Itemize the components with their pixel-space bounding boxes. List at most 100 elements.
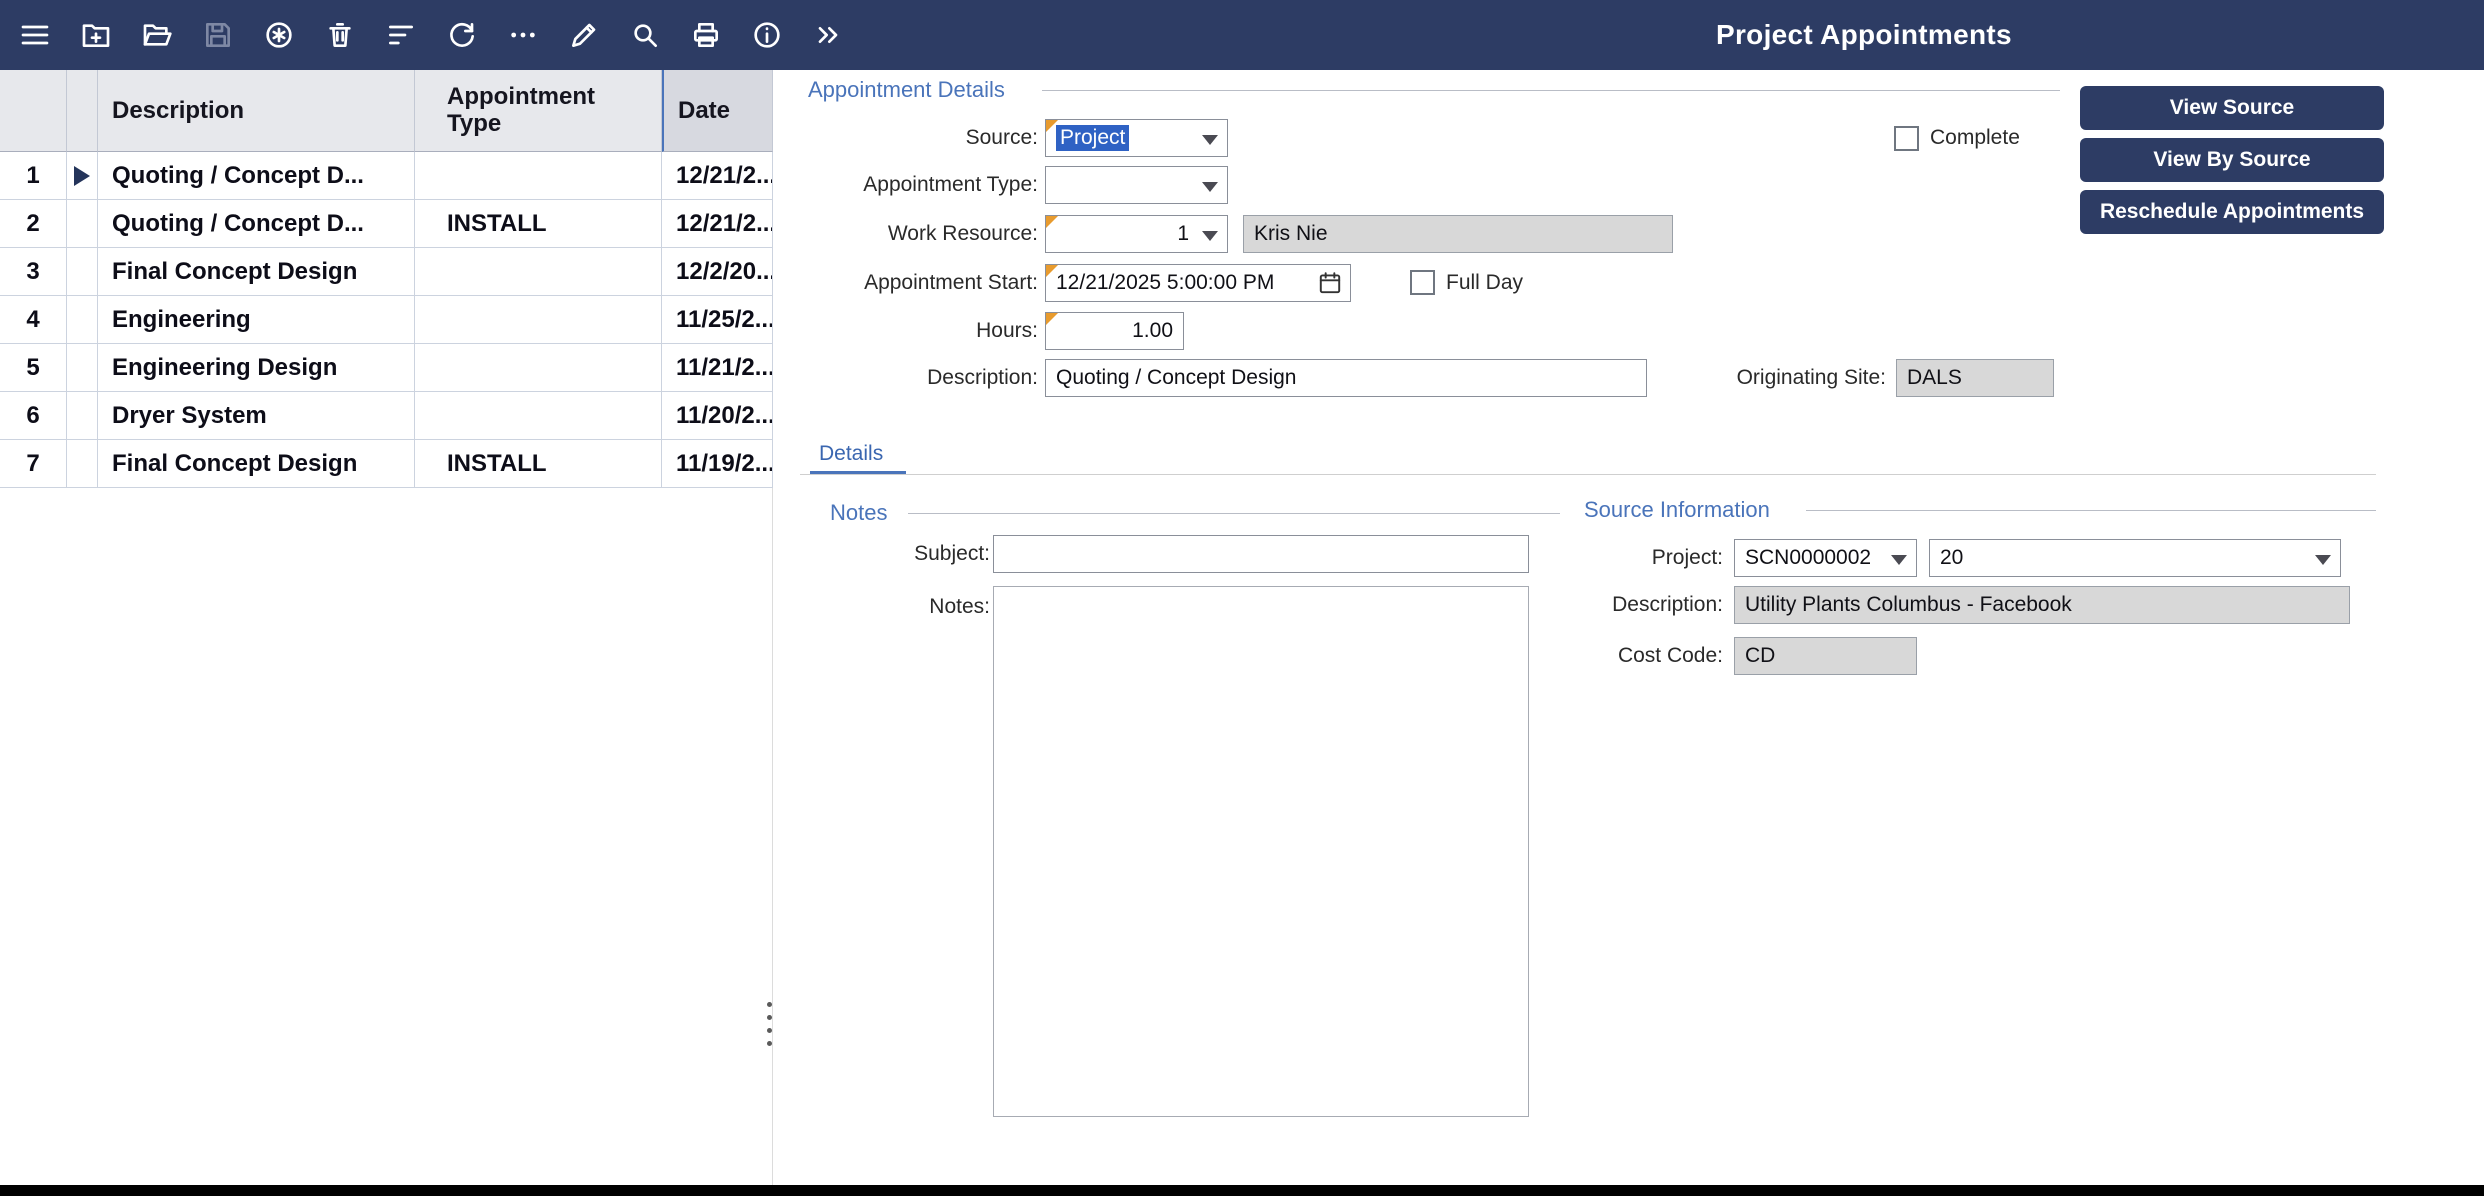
notes-groupline (908, 513, 1560, 514)
grid-header-type[interactable]: Appointment Type (415, 70, 662, 152)
cell-date: 11/19/2... (662, 440, 773, 488)
notes-label: Notes: (929, 595, 990, 618)
row-number: 2 (0, 200, 67, 248)
source-information-groupline (1806, 510, 2376, 511)
work-resource-combobox[interactable]: 1 (1045, 215, 1228, 253)
refresh-icon[interactable] (445, 18, 479, 52)
complete-checkbox[interactable] (1894, 126, 1919, 151)
print-icon[interactable] (689, 18, 723, 52)
cost-code-field: CD (1734, 637, 1917, 675)
appointments-grid-pane: Description Appointment Type Date 1 Quot… (0, 70, 773, 1185)
grid-header-description[interactable]: Description (98, 70, 415, 152)
source-value: Project (1056, 125, 1130, 151)
cell-description: Engineering (98, 296, 415, 344)
more-icon[interactable] (506, 18, 540, 52)
project-line-combobox[interactable]: 20 (1929, 539, 2341, 577)
hours-field[interactable]: 1.00 (1045, 312, 1184, 350)
appointment-type-label: Appointment Type: (863, 173, 1038, 196)
originating-site-field: DALS (1896, 359, 2054, 397)
source-label: Source: (965, 126, 1038, 149)
marker-cell (67, 440, 98, 488)
current-row-marker (67, 152, 98, 200)
edit-icon[interactable] (567, 18, 601, 52)
info-icon[interactable] (750, 18, 784, 52)
row-number: 4 (0, 296, 67, 344)
project-label: Project: (1651, 546, 1723, 569)
full-day-label: Full Day (1446, 271, 1524, 294)
complete-label: Complete (1930, 126, 2020, 149)
marker-cell (67, 392, 98, 440)
new-folder-icon[interactable] (79, 18, 113, 52)
save-icon[interactable] (201, 18, 235, 52)
cell-description: Final Concept Design (98, 440, 415, 488)
find-icon[interactable] (628, 18, 662, 52)
hours-label: Hours: (976, 319, 1038, 342)
marker-cell (67, 248, 98, 296)
bottom-edge-bar (0, 1185, 2484, 1196)
project-line-value: 20 (1940, 546, 1964, 569)
work-resource-name-field: Kris Nie (1243, 215, 1673, 253)
delete-icon[interactable] (323, 18, 357, 52)
pane-splitter-handle[interactable] (767, 1002, 772, 1046)
appointment-start-value: 12/21/2025 5:00:00 PM (1056, 271, 1275, 294)
project-combobox[interactable]: SCN0000002 (1734, 539, 1917, 577)
work-resource-value: 1 (1177, 222, 1189, 245)
cell-description: Quoting / Concept D... (98, 200, 415, 248)
source-description-label: Description: (1612, 593, 1723, 616)
cancel-record-icon[interactable] (262, 18, 296, 52)
row-number: 5 (0, 344, 67, 392)
view-source-button[interactable]: View Source (2080, 86, 2384, 130)
appointment-start-field[interactable]: 12/21/2025 5:00:00 PM (1045, 264, 1351, 302)
tab-details[interactable]: Details (819, 442, 883, 466)
menu-icon[interactable] (18, 18, 52, 52)
row-number: 3 (0, 248, 67, 296)
expand-icon[interactable] (811, 18, 845, 52)
cell-date: 11/20/2... (662, 392, 773, 440)
grid-header-rownum (0, 70, 67, 152)
appointment-details-groupline (1042, 90, 2060, 91)
grid-header-marker (67, 70, 98, 152)
cell-type (415, 392, 662, 440)
marker-cell (67, 296, 98, 344)
description-label: Description: (927, 366, 1038, 389)
appointment-details-legend: Appointment Details (808, 77, 1005, 102)
page-title: Project Appointments (1716, 19, 2012, 50)
source-combobox[interactable]: Project (1045, 119, 1228, 157)
cell-type (415, 248, 662, 296)
cell-type: INSTALL (415, 200, 662, 248)
cell-description: Final Concept Design (98, 248, 415, 296)
subject-label: Subject: (914, 542, 990, 565)
cell-description: Quoting / Concept D... (98, 152, 415, 200)
toolbar: Project Appointments (0, 0, 2484, 70)
appointment-type-combobox[interactable] (1045, 166, 1228, 204)
appointment-start-label: Appointment Start: (864, 271, 1038, 294)
tab-strip-line (800, 474, 2376, 475)
cell-description: Dryer System (98, 392, 415, 440)
row-arrow-icon (74, 165, 90, 186)
cell-type: INSTALL (415, 440, 662, 488)
cell-type (415, 296, 662, 344)
cost-code-label: Cost Code: (1617, 644, 1723, 667)
cell-type (415, 152, 662, 200)
source-information-legend: Source Information (1584, 497, 1770, 522)
row-number: 1 (0, 152, 67, 200)
marker-cell (67, 200, 98, 248)
calendar-icon[interactable] (1317, 270, 1343, 301)
reschedule-appointments-button[interactable]: Reschedule Appointments (2080, 190, 2384, 234)
notes-legend: Notes (830, 500, 888, 525)
row-number: 7 (0, 440, 67, 488)
description-field[interactable]: Quoting / Concept Design (1045, 359, 1647, 397)
appointments-grid: Description Appointment Type Date 1 Quot… (0, 70, 773, 488)
view-by-source-button[interactable]: View By Source (2080, 138, 2384, 182)
filter-icon[interactable] (384, 18, 418, 52)
cell-description: Engineering Design (98, 344, 415, 392)
app-window: Project Appointments Description Appoint… (0, 0, 2484, 1196)
marker-cell (67, 344, 98, 392)
work-resource-label: Work Resource: (887, 222, 1038, 245)
full-day-checkbox[interactable] (1410, 270, 1435, 295)
originating-site-label: Originating Site: (1736, 366, 1886, 389)
cell-type (415, 344, 662, 392)
source-description-field: Utility Plants Columbus - Facebook (1734, 586, 2350, 624)
project-value: SCN0000002 (1745, 546, 1872, 569)
open-folder-icon[interactable] (140, 18, 174, 52)
